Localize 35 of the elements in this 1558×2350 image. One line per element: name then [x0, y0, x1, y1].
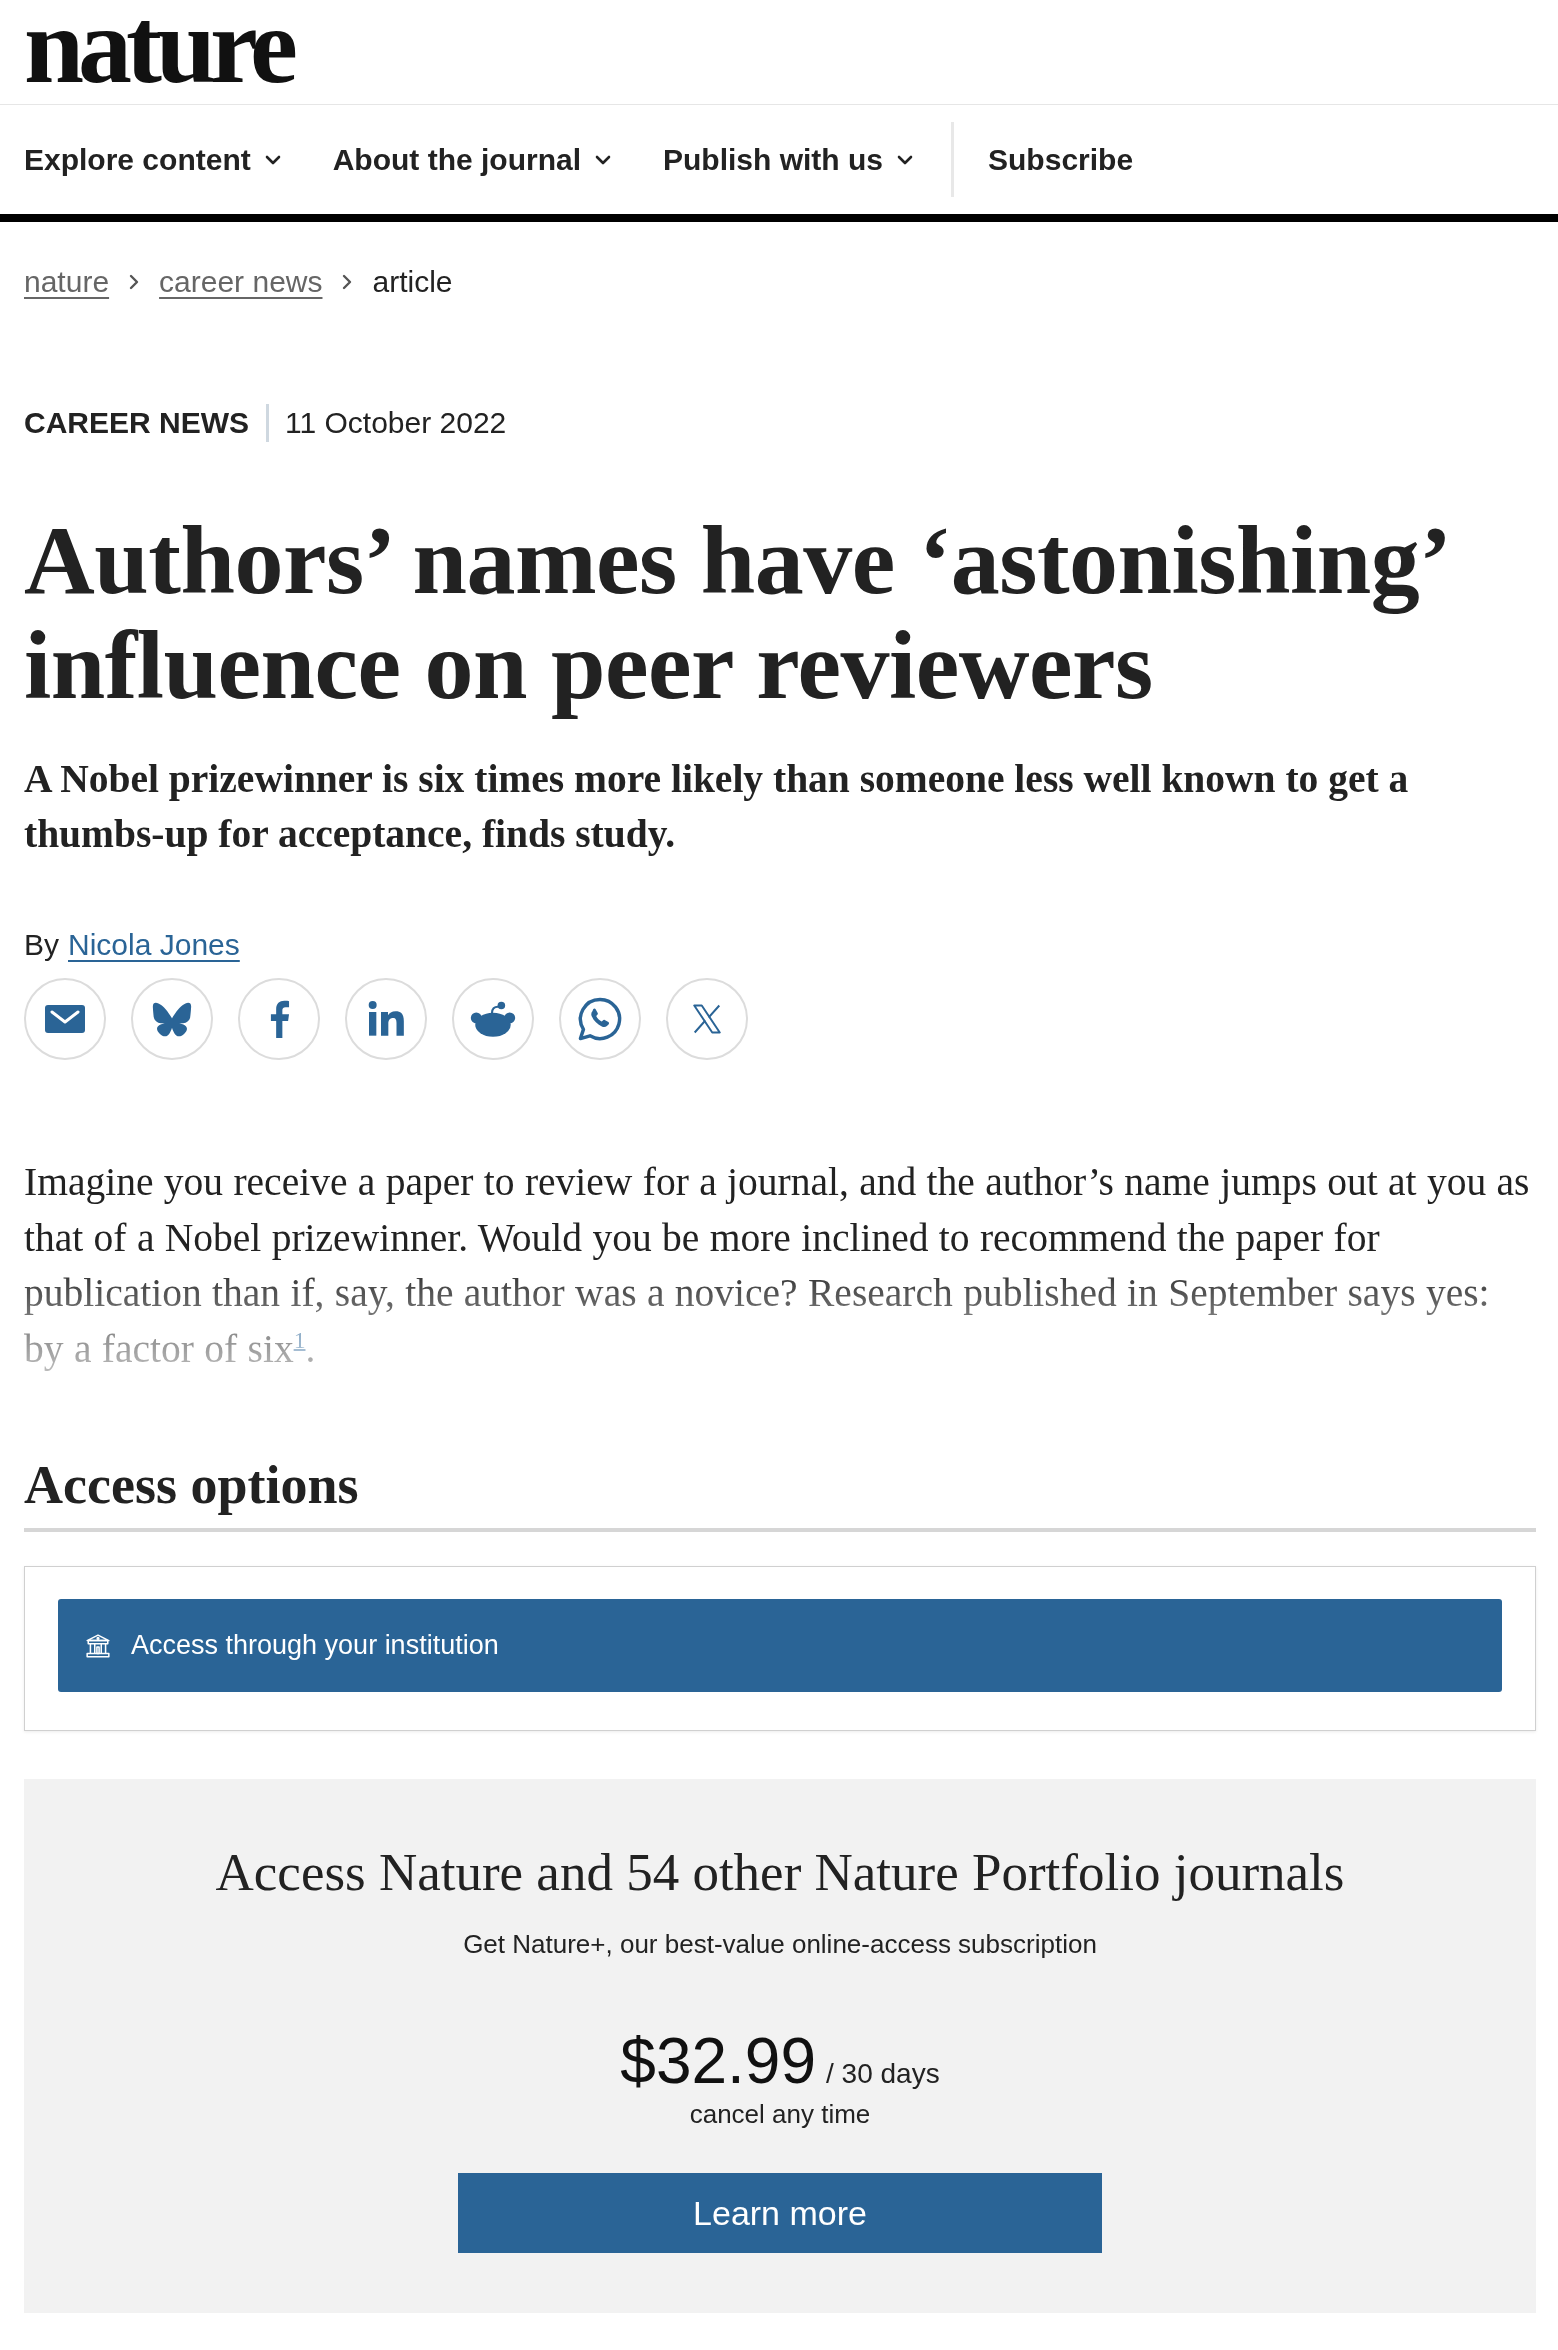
subscription-subtitle: Get Nature+, our best-value online-access subscription	[463, 1928, 1097, 1961]
linkedin-icon	[366, 999, 406, 1039]
subscription-title: Access Nature and 54 other Nature Portfolio journals	[215, 1844, 1345, 1900]
nav-menu-button[interactable]: Publish with us	[663, 142, 914, 177]
body-paragraph: Imagine you receive a paper to review for a journal, and the author’s name jumps out at you as that of a Nobel prizewinner. Would you be more inclined to recommend the paper for publication than if, say, the author was a novice? Research published in September says yes: by a factor of six$^{1}$.	[24, 1159, 1531, 1373]
nav-menu-button[interactable]: Explore content	[24, 142, 281, 177]
breadcrumb-link[interactable]: nature	[24, 262, 110, 302]
institution-access-button[interactable]: Access through your institution	[58, 1599, 1502, 1692]
chevron-right-icon	[129, 274, 140, 290]
envelope-icon	[45, 1005, 85, 1033]
chevron-right-icon	[342, 274, 353, 290]
learn-more-button[interactable]: Learn more	[458, 2173, 1102, 2253]
reddit-icon	[470, 1001, 516, 1037]
caret-icon	[264, 154, 281, 165]
article-title: Authors’ names have ‘astonishing’ influence on peer reviewers	[24, 508, 1446, 718]
publish-date: 11 October 2022	[285, 405, 507, 441]
butterfly-icon	[152, 1001, 192, 1037]
breadcrumb-link[interactable]: career news	[159, 262, 323, 302]
nature-logo[interactable]: nature	[24, 6, 292, 86]
author-link[interactable]: Nicola Jones	[68, 925, 240, 965]
standfirst: A Nobel prizewinner is six times more likely than someone less well known to get a thumbs-up for acceptance, finds study.	[24, 756, 1410, 858]
cancel-note: cancel any time	[689, 2098, 871, 2130]
byline-label: By	[24, 927, 59, 963]
price: $32.99	[620, 2026, 817, 2096]
section-heading: Access options	[24, 1455, 1536, 1532]
subscribe-link[interactable]: Subscribe	[988, 142, 1134, 177]
caret-icon	[595, 154, 611, 165]
caret-icon	[897, 154, 914, 165]
price-period: / 30 days	[826, 2060, 940, 2088]
article-type: CAREER NEWS	[24, 405, 249, 441]
breadcrumb-current: article	[372, 264, 453, 300]
facebook-icon	[268, 999, 290, 1039]
nav-menu-button[interactable]: About the journal	[332, 142, 611, 177]
building-icon	[85, 1632, 111, 1659]
whatsapp-icon	[577, 996, 623, 1042]
